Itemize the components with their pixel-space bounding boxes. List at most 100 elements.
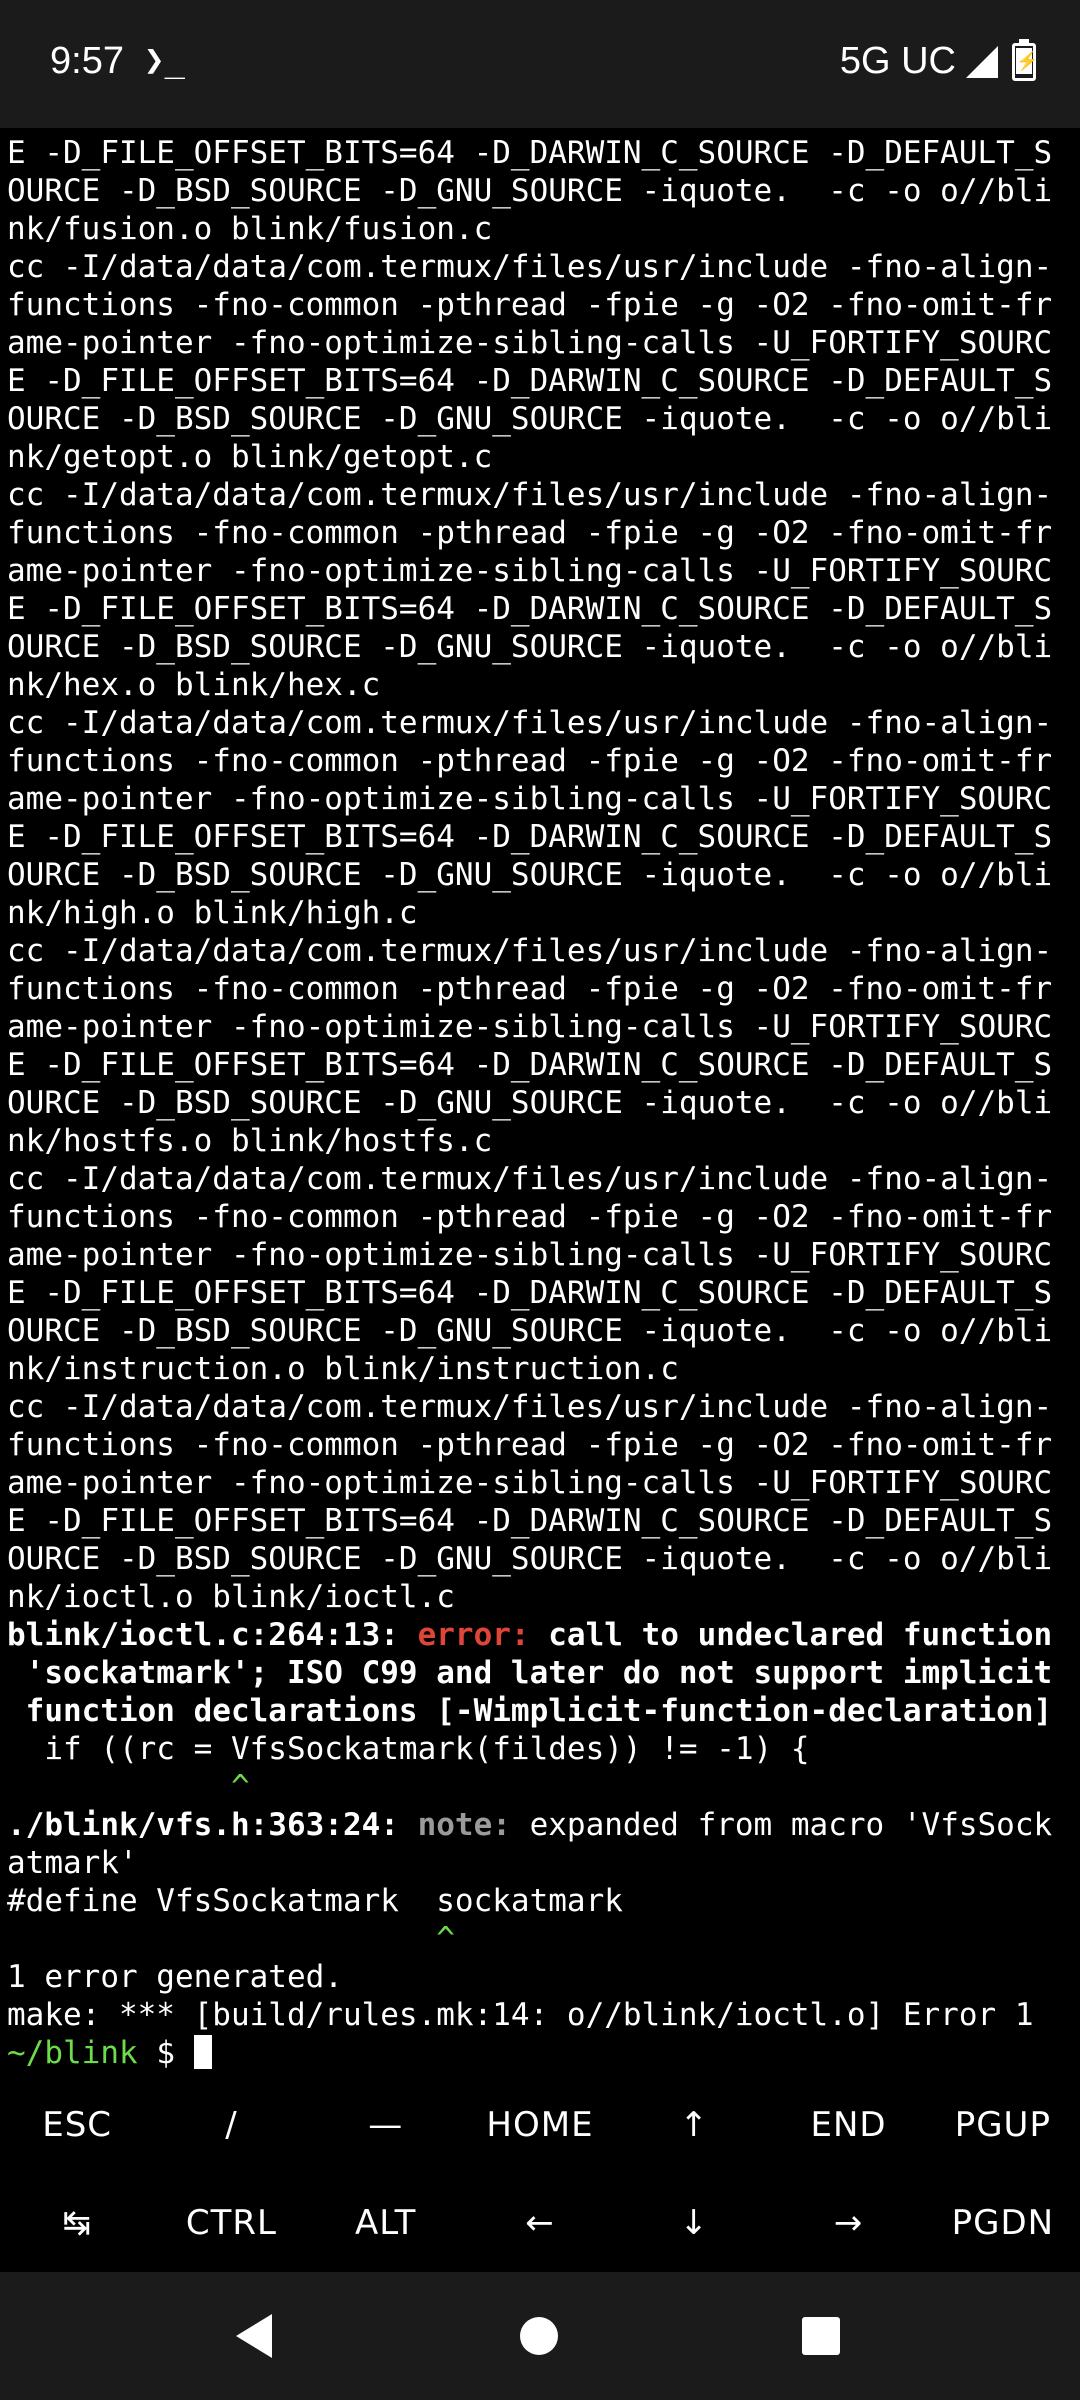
home-icon[interactable] [520, 2317, 558, 2355]
terminal-line: #define VfsSockatmark sockatmark [7, 1882, 1073, 1920]
terminal-text: cc -I/data/data/com.termux/files/usr/inc… [7, 249, 1053, 285]
terminal-text: expanded from macro 'VfsSock [529, 1807, 1053, 1843]
terminal-line: atmark' [7, 1844, 1073, 1882]
extra-key-symbol[interactable]: ↹ [0, 2174, 154, 2272]
terminal-text: E -D_FILE_OFFSET_BITS=64 -D_DARWIN_C_SOU… [7, 591, 1053, 627]
terminal-text: nk/hostfs.o blink/hostfs.c [7, 1123, 493, 1159]
extra-key-symbol[interactable]: — [309, 2076, 463, 2174]
terminal-text: atmark' [7, 1845, 138, 1881]
terminal-text: functions -fno-common -pthread -fpie -g … [7, 743, 1053, 779]
terminal-text: functions -fno-common -pthread -fpie -g … [7, 1199, 1053, 1235]
extra-key-symbol[interactable]: / [154, 2076, 308, 2174]
terminal-text: call to undeclared function [548, 1617, 1053, 1653]
terminal-line: cc -I/data/data/com.termux/files/usr/inc… [7, 704, 1073, 742]
extra-key-symbol[interactable]: → [771, 2174, 925, 2272]
terminal-line: ^ [7, 1920, 1073, 1958]
terminal-cursor [193, 2035, 212, 2069]
extra-key-symbol[interactable]: ↑ [617, 2076, 771, 2174]
terminal-text: nk/high.o blink/high.c [7, 895, 418, 931]
terminal-line: nk/high.o blink/high.c [7, 894, 1073, 932]
terminal-line: cc -I/data/data/com.termux/files/usr/inc… [7, 932, 1073, 970]
terminal-text: E -D_FILE_OFFSET_BITS=64 -D_DARWIN_C_SOU… [7, 363, 1053, 399]
terminal-line: if ((rc = VfsSockatmark(fildes)) != -1) … [7, 1730, 1073, 1768]
terminal-text: OURCE -D_BSD_SOURCE -D_GNU_SOURCE -iquot… [7, 857, 1053, 893]
terminal-output[interactable]: E -D_FILE_OFFSET_BITS=64 -D_DARWIN_C_SOU… [7, 134, 1073, 2080]
terminal-text: cc -I/data/data/com.termux/files/usr/inc… [7, 705, 1053, 741]
status-bar: 9:57 ❯_ 5G UC [0, 0, 1080, 128]
terminal-text: ame-pointer -fno-optimize-sibling-calls … [7, 1009, 1053, 1045]
terminal-notification-icon: ❯_ [144, 40, 185, 80]
prompt-symbol: $ [137, 2035, 194, 2071]
terminal-line: ame-pointer -fno-optimize-sibling-calls … [7, 1008, 1073, 1046]
terminal-line: functions -fno-common -pthread -fpie -g … [7, 286, 1073, 324]
terminal-text: functions -fno-common -pthread -fpie -g … [7, 971, 1053, 1007]
terminal-line: E -D_FILE_OFFSET_BITS=64 -D_DARWIN_C_SOU… [7, 818, 1073, 856]
terminal-line: make: *** [build/rules.mk:14: o//blink/i… [7, 1996, 1073, 2034]
terminal-line: OURCE -D_BSD_SOURCE -D_GNU_SOURCE -iquot… [7, 1312, 1073, 1350]
terminal-line: ame-pointer -fno-optimize-sibling-calls … [7, 324, 1073, 362]
terminal-text: ^ [7, 1921, 455, 1957]
extra-key-pgup[interactable]: PGUP [926, 2076, 1080, 2174]
terminal-text: cc -I/data/data/com.termux/files/usr/inc… [7, 477, 1053, 513]
terminal-text: OURCE -D_BSD_SOURCE -D_GNU_SOURCE -iquot… [7, 1313, 1053, 1349]
terminal-text: OURCE -D_BSD_SOURCE -D_GNU_SOURCE -iquot… [7, 173, 1053, 209]
recents-icon[interactable] [802, 2317, 840, 2355]
prompt-path: ~/blink [7, 2035, 138, 2071]
terminal-text: nk/hex.o blink/hex.c [7, 667, 381, 703]
terminal-line: E -D_FILE_OFFSET_BITS=64 -D_DARWIN_C_SOU… [7, 1046, 1073, 1084]
terminal-text: OURCE -D_BSD_SOURCE -D_GNU_SOURCE -iquot… [7, 629, 1053, 665]
terminal-line: OURCE -D_BSD_SOURCE -D_GNU_SOURCE -iquot… [7, 1084, 1073, 1122]
terminal-text: cc -I/data/data/com.termux/files/usr/inc… [7, 933, 1053, 969]
terminal-line: blink/ioctl.c:264:13: error: call to und… [7, 1616, 1073, 1654]
terminal-text: nk/ioctl.o blink/ioctl.c [7, 1579, 455, 1615]
terminal-text: ./blink/vfs.h:363:24: [7, 1807, 418, 1843]
terminal-line: OURCE -D_BSD_SOURCE -D_GNU_SOURCE -iquot… [7, 856, 1073, 894]
prompt-line[interactable]: ~/blink $ [7, 2034, 1073, 2072]
terminal-line: OURCE -D_BSD_SOURCE -D_GNU_SOURCE -iquot… [7, 172, 1073, 210]
system-nav-bar [0, 2272, 1080, 2400]
terminal-line: E -D_FILE_OFFSET_BITS=64 -D_DARWIN_C_SOU… [7, 134, 1073, 172]
extra-key-home[interactable]: HOME [463, 2076, 617, 2174]
terminal-text: if ((rc = VfsSockatmark(fildes)) != -1) … [7, 1731, 810, 1767]
terminal-line: ^ [7, 1768, 1073, 1806]
terminal-line: cc -I/data/data/com.termux/files/usr/inc… [7, 1160, 1073, 1198]
terminal-text: note: [417, 1807, 530, 1843]
extra-key-symbol[interactable]: ↓ [617, 2174, 771, 2272]
battery-charging-icon [1012, 38, 1036, 81]
terminal-line: 'sockatmark'; ISO C99 and later do not s… [7, 1654, 1073, 1692]
status-time: 9:57 [50, 40, 124, 82]
network-type: 5G UC [839, 40, 956, 82]
terminal-text: functions -fno-common -pthread -fpie -g … [7, 1427, 1053, 1463]
terminal-line: nk/ioctl.o blink/ioctl.c [7, 1578, 1073, 1616]
extra-keys-row-2: ↹ CTRL ALT ← ↓ → PGDN [0, 2174, 1080, 2272]
terminal-text: ame-pointer -fno-optimize-sibling-calls … [7, 1465, 1053, 1501]
status-right-group: 5G UC [839, 38, 1036, 83]
terminal-line: functions -fno-common -pthread -fpie -g … [7, 742, 1073, 780]
terminal-text: 'sockatmark'; ISO C99 and later do not s… [7, 1655, 1053, 1691]
extra-key-esc[interactable]: ESC [0, 2076, 154, 2174]
extra-key-pgdn[interactable]: PGDN [926, 2174, 1080, 2272]
extra-keys-bar: ESC / — HOME ↑ END PGUP ↹ CTRL ALT ← ↓ → PGDN [0, 2076, 1080, 2272]
terminal-text: blink/ioctl.c:264:13: [7, 1617, 418, 1653]
terminal-line: nk/getopt.o blink/getopt.c [7, 438, 1073, 476]
terminal-text: E -D_FILE_OFFSET_BITS=64 -D_DARWIN_C_SOU… [7, 135, 1053, 171]
terminal-line: OURCE -D_BSD_SOURCE -D_GNU_SOURCE -iquot… [7, 628, 1073, 666]
terminal-line: cc -I/data/data/com.termux/files/usr/inc… [7, 1388, 1073, 1426]
terminal-line: OURCE -D_BSD_SOURCE -D_GNU_SOURCE -iquot… [7, 400, 1073, 438]
terminal-line: 1 error generated. [7, 1958, 1073, 1996]
extra-key-ctrl[interactable]: CTRL [154, 2174, 308, 2272]
terminal-text: ^ [7, 1769, 250, 1805]
extra-key-alt[interactable]: ALT [309, 2174, 463, 2272]
terminal-text: OURCE -D_BSD_SOURCE -D_GNU_SOURCE -iquot… [7, 401, 1053, 437]
terminal-line: nk/fusion.o blink/fusion.c [7, 210, 1073, 248]
terminal-line: functions -fno-common -pthread -fpie -g … [7, 1426, 1073, 1464]
terminal-line: functions -fno-common -pthread -fpie -g … [7, 1198, 1073, 1236]
terminal-line: ame-pointer -fno-optimize-sibling-calls … [7, 1464, 1073, 1502]
terminal-text: nk/instruction.o blink/instruction.c [7, 1351, 679, 1387]
extra-key-symbol[interactable]: ← [463, 2174, 617, 2272]
terminal-text: OURCE -D_BSD_SOURCE -D_GNU_SOURCE -iquot… [7, 1085, 1053, 1121]
extra-key-end[interactable]: END [771, 2076, 925, 2174]
terminal-line: OURCE -D_BSD_SOURCE -D_GNU_SOURCE -iquot… [7, 1540, 1073, 1578]
terminal-text: ame-pointer -fno-optimize-sibling-calls … [7, 1237, 1053, 1273]
back-icon[interactable] [236, 2314, 272, 2358]
